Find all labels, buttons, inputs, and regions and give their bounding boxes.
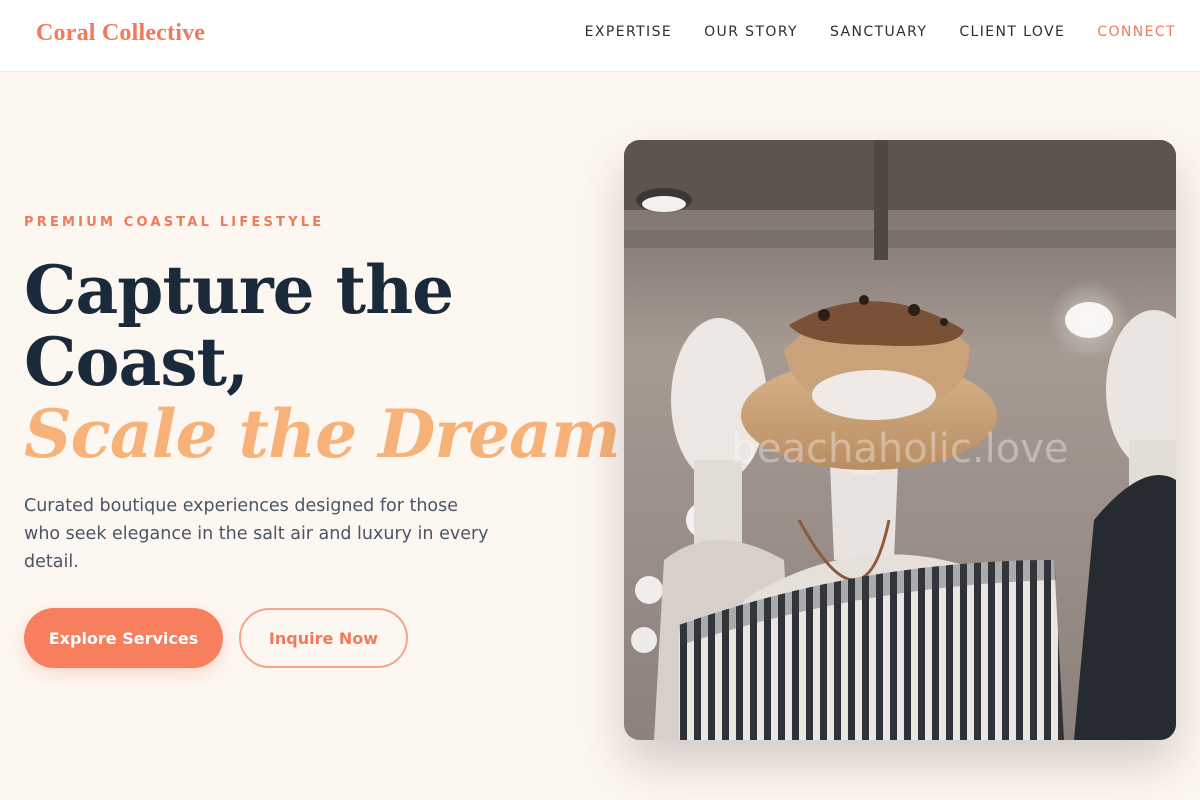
headline-line-2: Coast,	[24, 323, 249, 401]
nav-link-client-love[interactable]: CLIENT LOVE	[959, 24, 1065, 40]
inquire-now-button[interactable]: Inquire Now	[239, 608, 408, 668]
image-watermark-text: beachaholic.love	[732, 426, 1069, 472]
top-navigation-bar: Coral Collective EXPERTISE OUR STORY SAN…	[0, 0, 1200, 72]
headline-accent: Scale the Dream.	[24, 395, 643, 473]
hero-image: beachaholic.love	[624, 140, 1176, 740]
hero-description: Curated boutique experiences designed fo…	[24, 496, 489, 572]
main-nav: EXPERTISE OUR STORY SANCTUARY CLIENT LOV…	[585, 24, 1176, 40]
hero-eyebrow: PREMIUM COASTAL LIFESTYLE	[24, 215, 325, 230]
nav-link-expertise[interactable]: EXPERTISE	[585, 24, 672, 40]
boutique-mannequin-illustration: beachaholic.love	[624, 140, 1176, 740]
nav-link-connect[interactable]: CONNECT	[1097, 24, 1176, 40]
hero-headline: Capture the Coast, Scale the Dream.	[24, 251, 643, 473]
headline-line-1: Capture the	[24, 251, 454, 329]
nav-link-sanctuary[interactable]: SANCTUARY	[830, 24, 927, 40]
nav-link-our-story[interactable]: OUR STORY	[704, 24, 798, 40]
explore-services-button[interactable]: Explore Services	[24, 608, 223, 668]
brand-logo[interactable]: Coral Collective	[36, 20, 205, 47]
